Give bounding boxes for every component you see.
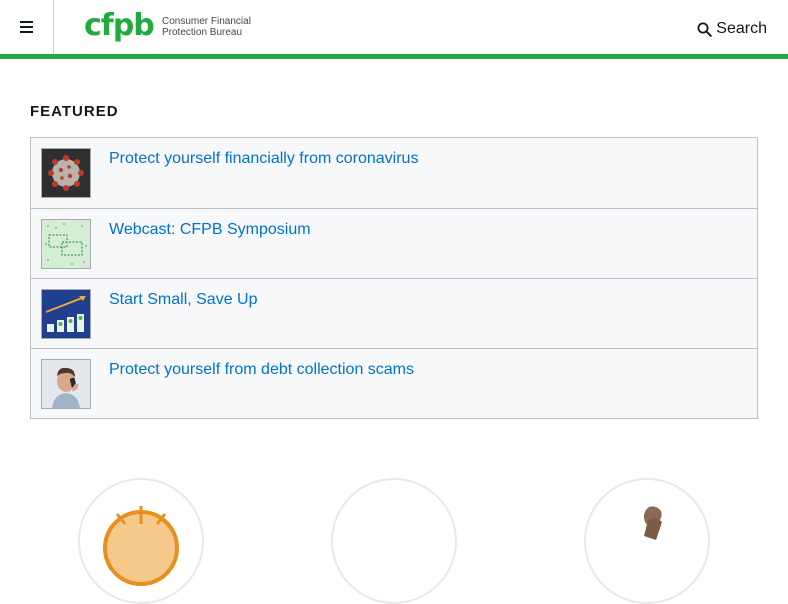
cfpb-logo[interactable]: cfpb Consumer Financial Protection Burea… <box>84 11 254 47</box>
featured-heading: FEATURED <box>30 103 119 120</box>
featured-link-savings[interactable]: Start Small, Save Up <box>109 291 258 309</box>
clock-icon <box>103 506 179 586</box>
featured-link-webcast[interactable]: Webcast: CFPB Symposium <box>109 221 311 239</box>
person-icon <box>644 506 662 540</box>
featured-list: Protect yourself financially from corona… <box>30 137 758 419</box>
logo-name: Consumer Financial Protection Bureau <box>162 16 251 38</box>
menu-button[interactable] <box>0 0 54 54</box>
featured-link-debt-scams[interactable]: Protect yourself from debt collection sc… <box>109 361 414 379</box>
coronavirus-thumbnail <box>41 148 91 198</box>
webcast-thumbnail <box>41 219 91 269</box>
site-header: cfpb Consumer Financial Protection Burea… <box>0 0 788 54</box>
search-label: Search <box>716 20 767 37</box>
topic-circle-clock[interactable] <box>78 478 204 604</box>
featured-item-debt-scams[interactable]: Protect yourself from debt collection sc… <box>31 348 757 418</box>
topic-icons-row <box>0 478 788 604</box>
featured-link-coronavirus[interactable]: Protect yourself financially from corona… <box>109 150 418 168</box>
featured-item-coronavirus[interactable]: Protect yourself financially from corona… <box>31 138 757 208</box>
topic-circle-blank[interactable] <box>331 478 457 604</box>
featured-item-webcast[interactable]: Webcast: CFPB Symposium <box>31 208 757 278</box>
search-button[interactable]: Search <box>697 19 767 39</box>
topic-circle-person[interactable] <box>584 478 710 604</box>
search-icon <box>697 22 713 37</box>
savings-chart-thumbnail <box>41 289 91 339</box>
man-on-phone-thumbnail <box>41 359 91 409</box>
featured-item-savings[interactable]: Start Small, Save Up <box>31 278 757 348</box>
header-accent-rule <box>0 54 788 59</box>
logo-mark: cfpb <box>84 8 155 43</box>
